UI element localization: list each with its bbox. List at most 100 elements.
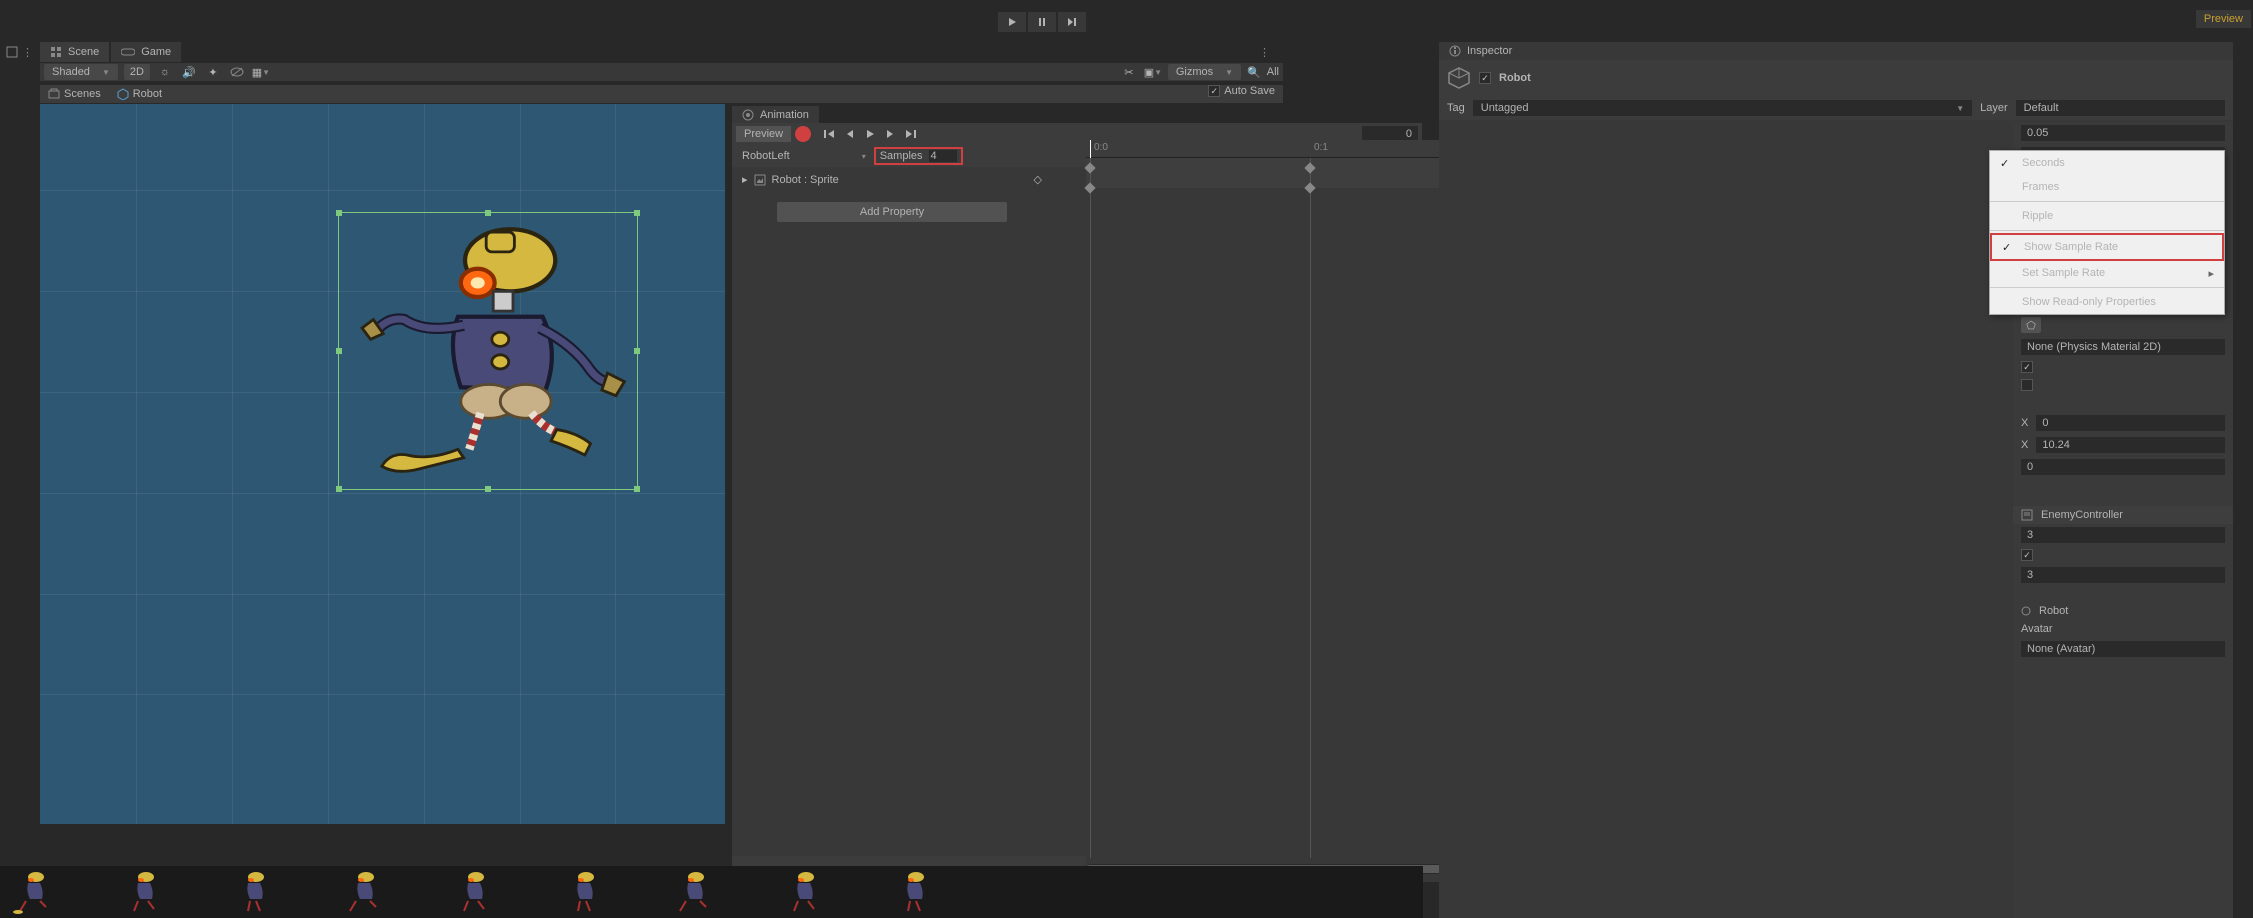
samples-field[interactable]: 4 bbox=[929, 150, 957, 162]
menu-seconds[interactable]: ✓ Seconds bbox=[1990, 151, 2224, 175]
breadcrumb: Scenes Robot bbox=[40, 85, 1283, 103]
auto-save-checkbox[interactable] bbox=[1208, 85, 1220, 97]
sprite-thumbnail[interactable] bbox=[892, 869, 934, 915]
bool-checkbox[interactable] bbox=[2021, 549, 2033, 561]
gameobject-icon bbox=[1447, 66, 1471, 90]
layer-dropdown[interactable]: Default bbox=[2016, 100, 2225, 116]
value-field[interactable]: 3 bbox=[2021, 567, 2225, 583]
preview-label[interactable]: Preview bbox=[2196, 10, 2251, 28]
fx-toggle[interactable]: ✦ bbox=[204, 64, 222, 80]
physics-material-field[interactable]: None (Physics Material 2D) bbox=[2021, 339, 2225, 355]
cube-icon bbox=[117, 88, 129, 100]
offset-x-field[interactable]: 0 bbox=[2036, 415, 2225, 431]
chevron-down-icon: ▼ bbox=[1956, 104, 1964, 113]
track-robot-sprite[interactable]: ▸ Robot : Sprite ◇ bbox=[732, 167, 1052, 192]
animation-tab[interactable]: Animation bbox=[732, 106, 819, 124]
reference-icon bbox=[2021, 606, 2031, 616]
sprite-thumbnail[interactable] bbox=[342, 869, 384, 915]
edit-collider-button[interactable]: ⬠ bbox=[2021, 317, 2041, 333]
animation-icon bbox=[742, 109, 754, 121]
scenes-icon bbox=[48, 88, 60, 100]
anim-preview-button[interactable]: Preview bbox=[736, 126, 791, 142]
sprite-thumbnail[interactable] bbox=[12, 869, 54, 915]
used-by-effector-checkbox[interactable] bbox=[2021, 379, 2033, 391]
tools-icon[interactable]: ✂ bbox=[1120, 64, 1138, 80]
inspector-tab[interactable]: Inspector bbox=[1439, 42, 1522, 60]
sprite-selection-box[interactable] bbox=[338, 212, 638, 490]
timeline-context-menu: ✓ Seconds Frames Ripple ✓ Show Sample Ra… bbox=[1989, 150, 2225, 315]
breadcrumb-robot[interactable]: Robot bbox=[117, 88, 162, 100]
tag-dropdown[interactable]: Untagged ▼ bbox=[1473, 100, 1972, 116]
game-icon bbox=[121, 47, 135, 57]
camera-icon[interactable]: ▣▼ bbox=[1144, 64, 1162, 80]
game-tab[interactable]: Game bbox=[111, 42, 181, 62]
active-checkbox[interactable] bbox=[1479, 72, 1491, 84]
info-icon bbox=[1449, 45, 1461, 57]
shading-dropdown[interactable]: Shaded ▼ bbox=[44, 64, 118, 80]
kebab-icon[interactable]: ⋮ bbox=[22, 46, 33, 59]
add-property-button[interactable]: Add Property bbox=[777, 202, 1007, 222]
anim-prev-button[interactable] bbox=[841, 126, 859, 142]
hidden-toggle[interactable] bbox=[228, 64, 246, 80]
scene-viewport[interactable] bbox=[40, 104, 725, 824]
track-keyframe-icon[interactable]: ◇ bbox=[1034, 173, 1042, 186]
is-trigger-checkbox[interactable] bbox=[2021, 361, 2033, 373]
sprite-thumbnail[interactable] bbox=[672, 869, 714, 915]
object-name-field[interactable]: Robot bbox=[1499, 72, 2225, 84]
sprite-thumbnail[interactable] bbox=[122, 869, 164, 915]
lighting-toggle[interactable]: ☼ bbox=[156, 64, 174, 80]
samples-box: Samples 4 bbox=[874, 147, 963, 165]
record-button[interactable] bbox=[795, 126, 811, 142]
game-tab-label: Game bbox=[141, 46, 171, 58]
menu-show-sample-rate[interactable]: ✓ Show Sample Rate bbox=[1990, 233, 2224, 261]
x-label: X bbox=[2021, 417, 2028, 429]
breadcrumb-scenes[interactable]: Scenes bbox=[48, 88, 101, 100]
scene-tab[interactable]: Scene bbox=[40, 42, 109, 62]
sprite-thumbnail[interactable] bbox=[562, 869, 604, 915]
play-button[interactable] bbox=[998, 12, 1026, 32]
grid-dropdown[interactable]: ▦▼ bbox=[252, 64, 270, 80]
anim-last-button[interactable] bbox=[901, 126, 919, 142]
expand-icon[interactable]: ▸ bbox=[742, 173, 748, 186]
anim-next-button[interactable] bbox=[881, 126, 899, 142]
search-all[interactable]: All bbox=[1267, 66, 1279, 78]
check-icon: ✓ bbox=[2000, 157, 2009, 170]
avatar-label: Avatar bbox=[2021, 623, 2053, 635]
chevron-down-icon: ▼ bbox=[1225, 68, 1233, 77]
anim-play-button[interactable] bbox=[861, 126, 879, 142]
clip-dropdown[interactable]: RobotLeft bbox=[736, 148, 796, 164]
x-label: X bbox=[2021, 439, 2028, 451]
scene-icon bbox=[50, 46, 62, 58]
menu-ripple[interactable]: Ripple bbox=[1990, 204, 2224, 228]
value-field[interactable]: 3 bbox=[2021, 527, 2225, 543]
anim-first-button[interactable] bbox=[821, 126, 839, 142]
edge-radius-field[interactable]: 0 bbox=[2021, 459, 2225, 475]
robot-reference[interactable]: Robot bbox=[2039, 605, 2068, 617]
enemy-controller-label: EnemyController bbox=[2041, 509, 2123, 521]
menu-frames[interactable]: Frames bbox=[1990, 175, 2224, 199]
menu-set-sample-rate[interactable]: Set Sample Rate ▸ bbox=[1990, 261, 2224, 285]
value-field[interactable]: 0.05 bbox=[2021, 125, 2225, 141]
auto-save-toggle[interactable]: Auto Save bbox=[1208, 85, 1275, 97]
chevron-right-icon: ▸ bbox=[2208, 267, 2214, 280]
step-button[interactable] bbox=[1058, 12, 1086, 32]
audio-toggle[interactable]: 🔊 bbox=[180, 64, 198, 80]
chevron-down-icon: ▼ bbox=[102, 68, 110, 77]
scene-tab-label: Scene bbox=[68, 46, 99, 58]
chevron-down-icon: ▾ bbox=[862, 152, 866, 161]
sprite-thumbnail[interactable] bbox=[782, 869, 824, 915]
avatar-field[interactable]: None (Avatar) bbox=[2021, 641, 2225, 657]
sprite-thumbnail[interactable] bbox=[232, 869, 274, 915]
sprite-thumbnail[interactable] bbox=[452, 869, 494, 915]
sprite-strip bbox=[0, 866, 1423, 918]
menu-show-readonly[interactable]: Show Read-only Properties bbox=[1990, 290, 2224, 314]
panel-menu-icon[interactable]: ⋮ bbox=[1259, 46, 1271, 59]
tag-label: Tag bbox=[1447, 102, 1465, 114]
pause-button[interactable] bbox=[1028, 12, 1056, 32]
mode-2d-toggle[interactable]: 2D bbox=[124, 64, 150, 80]
size-x-field[interactable]: 10.24 bbox=[2036, 437, 2225, 453]
gizmos-dropdown[interactable]: Gizmos ▼ bbox=[1168, 64, 1241, 80]
sprite-icon bbox=[754, 174, 766, 186]
left-panel-icon[interactable] bbox=[6, 46, 18, 58]
samples-label: Samples bbox=[880, 150, 923, 162]
